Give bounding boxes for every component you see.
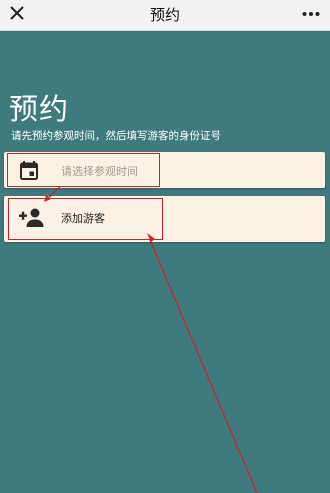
- calendar-icon: [19, 160, 39, 180]
- page-title: 预约: [9, 92, 70, 126]
- page-subtitle: 请先预约参观时间，然后填写游客的身份证号: [11, 130, 221, 142]
- add-visitor-button[interactable]: 添加游客: [4, 196, 325, 242]
- visit-date-placeholder: 请选择参观时间: [61, 165, 138, 178]
- nav-title: 预约: [149, 6, 180, 24]
- nav-bar: 预约: [0, 0, 330, 31]
- visit-date-field[interactable]: 请选择参观时间: [4, 152, 325, 188]
- more-icon[interactable]: [300, 4, 322, 24]
- annotation-arrows: [44, 186, 258, 493]
- add-person-icon: [19, 207, 45, 229]
- booking-page: 预约 预约 请先预约参观时间，然后填写游客的身份证号 请选择参观时间 添加游客: [0, 0, 330, 493]
- close-icon[interactable]: [6, 2, 28, 24]
- add-visitor-label: 添加游客: [61, 212, 105, 225]
